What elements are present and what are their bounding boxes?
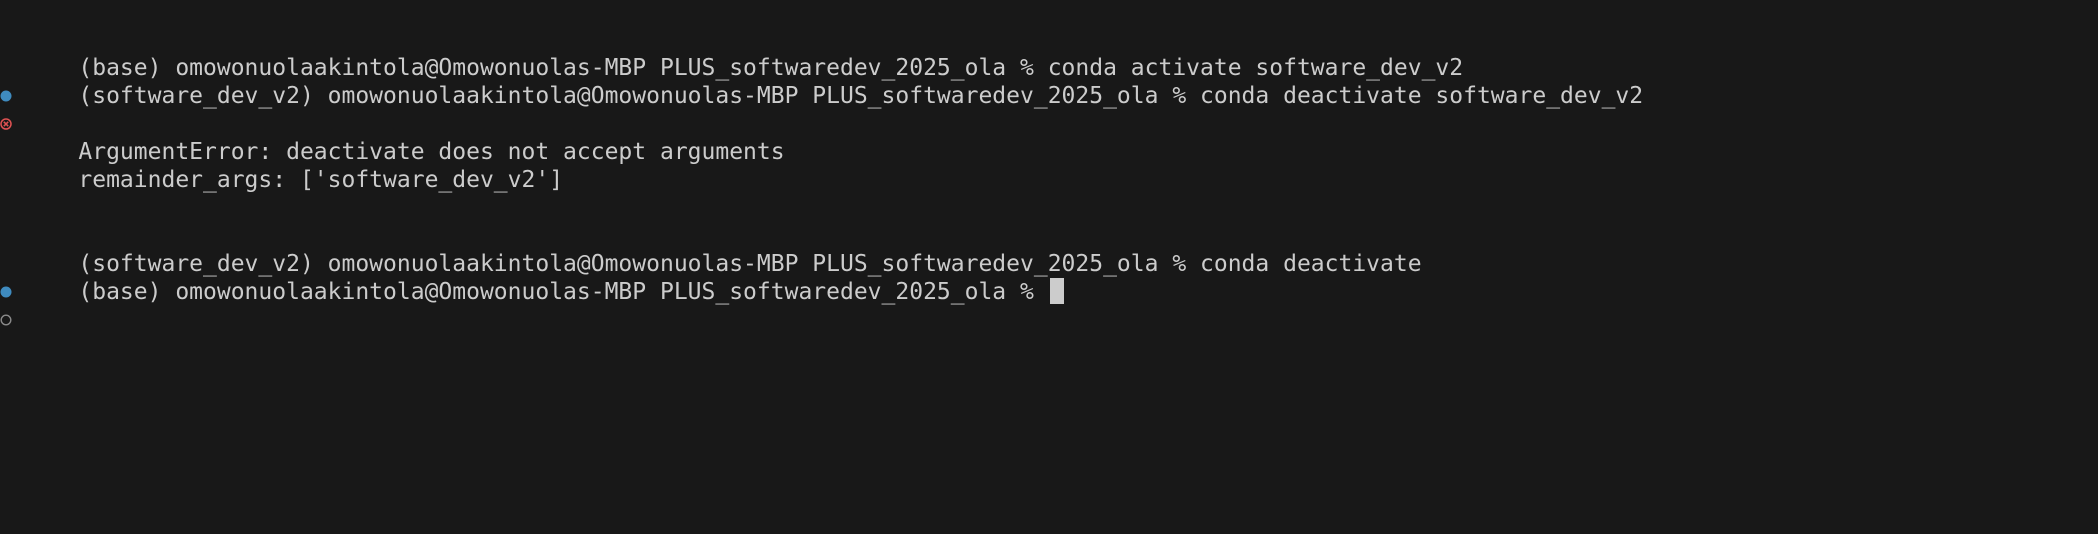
terminal-line-command: (software_dev_v2) omowonuolaakintola@Omo…	[0, 222, 2098, 298]
terminal-line-text: remainder_args: ['software_dev_v2']	[78, 167, 564, 193]
error-circle-x-icon[interactable]	[0, 62, 12, 130]
terminal-prompt-text: (base) omowonuolaakintola@Omowonuolas-MB…	[78, 279, 1048, 305]
terminal-line-output: remainder_args: ['software_dev_v2']	[0, 138, 2098, 193]
success-dot-icon[interactable]	[0, 230, 12, 298]
terminal-line-command: (base) omowonuolaakintola@Omowonuolas-MB…	[0, 26, 2098, 102]
terminal-cursor[interactable]	[1049, 278, 1064, 304]
terminal-line-output: ArgumentError: deactivate does not accep…	[0, 110, 2098, 165]
pending-ring-icon	[0, 258, 12, 326]
terminal-prompt-line[interactable]: (base) omowonuolaakintola@Omowonuolas-MB…	[0, 250, 2098, 326]
success-dot-icon[interactable]	[0, 34, 12, 102]
terminal-panel[interactable]: (base) omowonuolaakintola@Omowonuolas-MB…	[0, 0, 2098, 534]
terminal-line-text: (software_dev_v2) omowonuolaakintola@Omo…	[78, 83, 1644, 109]
terminal-line-command: (software_dev_v2) omowonuolaakintola@Omo…	[0, 54, 2098, 130]
